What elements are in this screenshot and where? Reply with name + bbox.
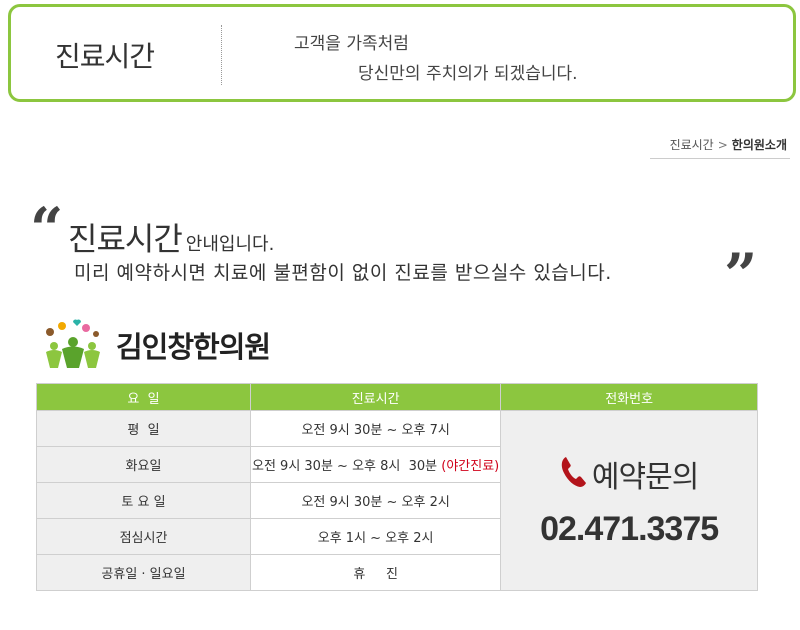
intro-title: 진료시간: [68, 220, 183, 258]
hours-cell: 오후 1시 ~ 오후 2시: [249, 518, 502, 555]
column-header-phone: 전화번호: [500, 383, 758, 411]
open-quote-mark: “: [30, 195, 64, 263]
header-divider: [221, 25, 222, 85]
hours-text: 오전 9시 30분 ~ 오후 8시 30분: [252, 459, 438, 474]
day-cell-holiday: 공휴일 · 일요일: [36, 554, 251, 591]
intro-subtitle: 미리 예약하시면 치료에 불편함이 없이 진료를 받으실수 있습니다.: [74, 262, 612, 284]
reservation-label: 예약문의: [591, 460, 699, 495]
clinic-name: 김인창한의원: [116, 330, 271, 364]
hours-cell: 오전 9시 30분 ~ 오후 2시: [249, 482, 502, 519]
intro-heading: 진료시간 안내입니다.: [68, 214, 274, 260]
night-clinic-note: (야간진료): [441, 459, 500, 474]
column-header-hours: 진료시간: [249, 383, 502, 411]
slogan-line-2: 당신만의 주치의가 되겠습니다.: [358, 64, 578, 84]
breadcrumb-separator: >: [717, 138, 728, 152]
day-cell: 화요일: [36, 446, 251, 483]
page-header-box: 진료시간 고객을 가족처럼 당신만의 주치의가 되겠습니다.: [8, 4, 796, 102]
phone-icon: [560, 455, 588, 493]
people-flowers-icon: [40, 318, 106, 370]
table-row: 평 일 오전 9시 30분 ~ 오후 7시 예약문의 02.471.3375: [36, 410, 758, 591]
column-header-day: 요 일: [36, 383, 251, 411]
breadcrumb-underline: [650, 158, 790, 159]
close-quote-mark: ”: [724, 241, 758, 309]
intro-title-suffix: 안내입니다.: [185, 234, 275, 255]
breadcrumb-item-about[interactable]: 한의원소개: [732, 138, 787, 152]
day-cell: 점심시간: [36, 518, 251, 555]
breadcrumb-item-hours[interactable]: 진료시간: [670, 138, 714, 152]
breadcrumb: 진료시간 > 한의원소개: [670, 136, 787, 153]
hours-cell: 오전 9시 30분 ~ 오후 8시 30분 (야간진료): [249, 446, 502, 483]
hours-cell: 오전 9시 30분 ~ 오후 7시: [249, 410, 502, 447]
page-title: 진료시간: [55, 40, 155, 73]
day-cell: 평 일: [36, 410, 251, 447]
phone-number[interactable]: 02.471.3375: [540, 510, 719, 549]
office-hours-table: 요 일 진료시간 전화번호 평 일 오전 9시 30분 ~ 오후 7시 예약문의: [36, 383, 758, 591]
phone-cell: 예약문의 02.471.3375: [500, 410, 758, 591]
hours-cell-closed: 휴 진: [249, 554, 502, 591]
slogan-line-1: 고객을 가족처럼: [294, 34, 409, 54]
reservation-inquiry[interactable]: 예약문의: [560, 452, 699, 496]
day-cell: 토 요 일: [36, 482, 251, 519]
